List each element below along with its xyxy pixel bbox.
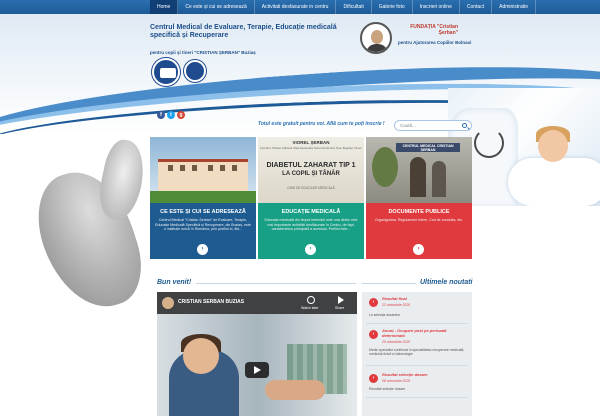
nav-item-about[interactable]: Ce este și cui se adresează [178,0,255,14]
book-cover-image: VIOREL ȘERBAN Dumitru Chiriac Adriana Vl… [258,137,364,203]
news-date: 20 octombrie 2020 [382,340,411,344]
news-date: 22 octombrie 2020 [382,303,411,307]
arrow-right-icon[interactable]: › [197,244,208,255]
tagline-link[interactable]: Totul este gratuit pentru voi. Află cum … [258,121,385,127]
center-sign-text: CENTRUL MEDICAL CRISTIAN ȘERBAN [402,144,454,152]
welcome-heading: Bun venit! [157,279,192,286]
founder-portrait [360,22,392,54]
video-player[interactable]: CRISTIAN SERBAN BUZIAS Watch later Share [157,292,357,416]
news-title[interactable]: Anunț - Ocupare post pe perioadă determi… [382,328,468,338]
nav-item-contact[interactable]: Contact [460,0,493,14]
card-text: Centrul Medical "Cristian Șerban" de Eva… [155,218,251,232]
holding-hands-image [24,130,154,321]
book-coauthors: Dumitru Chiriac Adriana Vlad Alexandra S… [260,146,362,150]
nav-item-gallery[interactable]: Galerie foto [372,0,413,14]
organization-title[interactable]: Centrul Medical de Evaluare, Terapie, Ed… [150,24,340,40]
foundation-subtitle: pentru Ajutorarea Copiilor Bolnavi [398,40,472,45]
search-placeholder: Caută... [400,123,416,128]
card-title: EDUCAȚIE MEDICALĂ [281,209,341,215]
nav-item-online-registration[interactable]: Inscrieri online [413,0,460,14]
nav-item-activities[interactable]: Activitati desfasurate in centru [255,0,337,14]
news-title[interactable]: Rezultat selecție dosare [382,372,468,377]
divider [362,283,416,284]
twitter-icon[interactable]: t [167,111,175,119]
book-guide: GHID DE EDUCAȚIE MEDICALĂ [287,186,335,190]
book-author: VIOREL ȘERBAN [292,140,330,145]
news-item[interactable]: › Anunț - Ocupare post pe perioadă deter… [366,328,468,366]
card-about[interactable]: CE ESTE ȘI CUI SE ADRESEAZĂ Centrul Medi… [150,137,256,259]
google-plus-icon[interactable]: g [177,111,185,119]
book-title-line2: LA COPIL ȘI TÂNĂR [282,171,340,177]
foundation-name: FUNDAȚIA "Cristian Șerban" [410,24,458,36]
news-description: Rezultat selecție dosare [369,387,406,391]
news-list: › Rezultat final 22 octombrie 2020 La se… [362,292,472,416]
card-public-documents[interactable]: CENTRUL MEDICAL CRISTIAN ȘERBAN DOCUMENT… [366,137,472,259]
search-icon[interactable] [462,123,467,128]
social-links: f t g [157,111,185,119]
card-title: CE ESTE ȘI CUI SE ADRESEAZĂ [160,209,246,215]
news-item[interactable]: › Rezultat final 22 octombrie 2020 La se… [366,296,468,324]
nav-item-administration[interactable]: Administratie [492,0,537,14]
search-input[interactable]: Caută... [394,120,472,131]
arrow-right-icon[interactable]: › [305,244,316,255]
nav-item-difficulties[interactable]: Dificultati [336,0,372,14]
arrow-right-icon[interactable]: › [369,374,378,383]
arrow-right-icon[interactable]: › [369,298,378,307]
quality-seal-logo [184,60,206,82]
news-item[interactable]: › Rezultat selecție dosare 08 octombrie … [366,372,468,398]
video-title[interactable]: CRISTIAN SERBAN BUZIAS [178,299,244,305]
channel-avatar[interactable] [162,297,174,309]
top-navigation: Home Ce este și cui se adresează Activit… [0,0,600,14]
latest-news-heading: Ultimele noutati [420,279,473,286]
share-label[interactable]: Share [335,306,344,310]
card-title: DOCUMENTE PUBLICE [388,209,450,215]
book-title: DIABETUL ZAHARAT TIP 1 [266,162,356,169]
card-medical-education[interactable]: VIOREL ȘERBAN Dumitru Chiriac Adriana Vl… [258,137,364,259]
clock-icon[interactable] [307,296,315,304]
video-header: CRISTIAN SERBAN BUZIAS Watch later Share [157,292,357,314]
organization-subtitle: pentru copii și tineri "CRISTIAN ȘERBAN"… [150,50,256,55]
play-button[interactable] [245,362,269,378]
certification-seal-logo [152,58,180,86]
card-text: Organigrama, Regulament intern, Cod de c… [374,218,464,222]
arrow-right-icon[interactable]: › [413,244,424,255]
card-text: Educația medicală din timpul internării … [264,218,358,232]
nav-item-home[interactable]: Home [150,0,179,14]
nav-menu: Home Ce este și cui se adresează Activit… [150,0,537,14]
facebook-icon[interactable]: f [157,111,165,119]
news-title[interactable]: Rezultat final [382,296,468,301]
center-sign-image: CENTRUL MEDICAL CRISTIAN ȘERBAN [366,137,472,203]
divider [196,283,356,284]
share-icon[interactable] [338,296,346,304]
news-description: La selecția dosarelor [369,313,401,317]
watch-later-label[interactable]: Watch later [301,306,319,310]
news-date: 08 octombrie 2020 [382,379,411,383]
arrow-right-icon[interactable]: › [369,330,378,339]
building-image [150,137,256,203]
news-description: Medic specialist confirmat în specialita… [369,348,465,357]
